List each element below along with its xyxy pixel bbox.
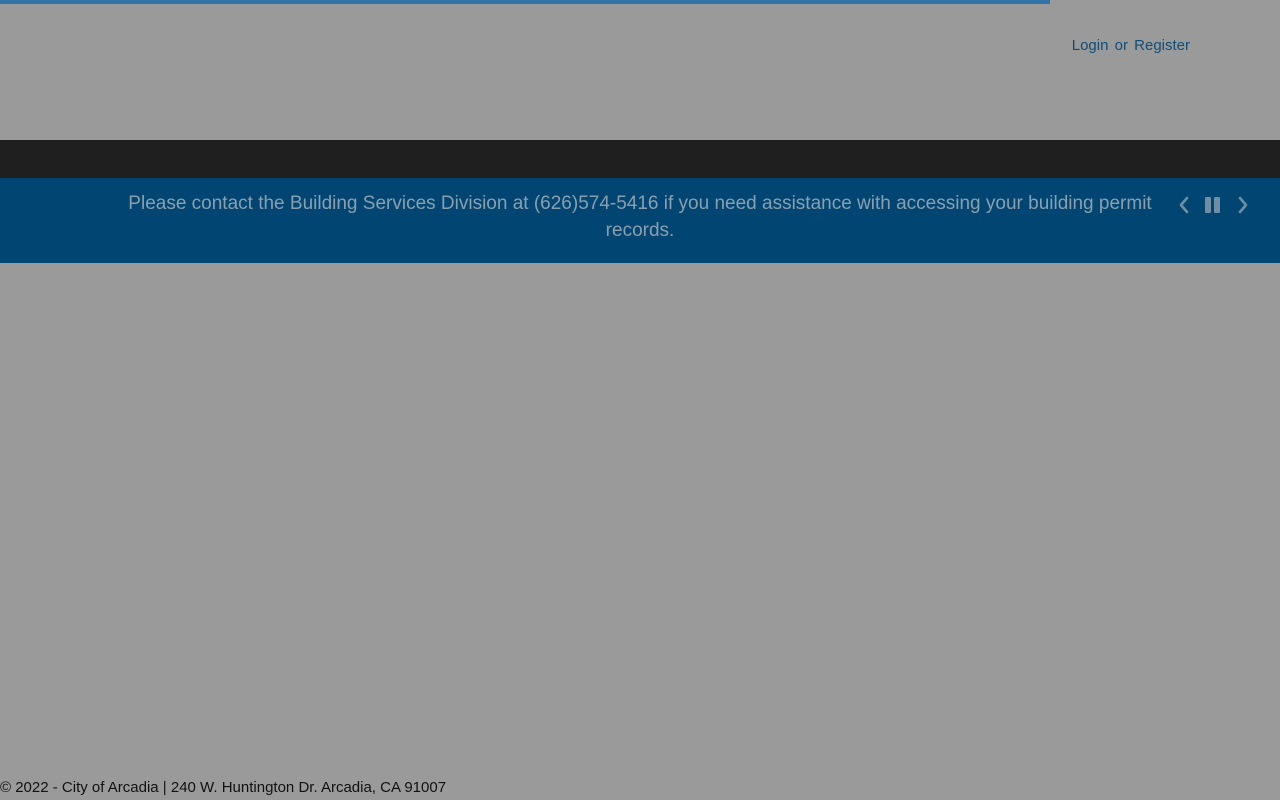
auth-links: Login or Register bbox=[1072, 37, 1190, 54]
loading-progress-bar bbox=[0, 0, 1050, 4]
page: Login or Register Please contact the Bui… bbox=[0, 0, 1280, 800]
announcement-banner: Please contact the Building Services Div… bbox=[0, 178, 1280, 263]
login-link[interactable]: Login bbox=[1072, 37, 1109, 54]
pause-icon bbox=[1204, 196, 1222, 214]
chevron-right-icon bbox=[1236, 195, 1250, 215]
footer-copyright: © 2022 - City of Arcadia | 240 W. Huntin… bbox=[0, 779, 447, 796]
chevron-left-icon bbox=[1177, 195, 1191, 215]
carousel-controls bbox=[1172, 194, 1255, 216]
pause-button[interactable] bbox=[1201, 194, 1225, 216]
announcement-text: Please contact the Building Services Div… bbox=[128, 193, 1152, 241]
register-link[interactable]: Register bbox=[1134, 37, 1190, 54]
auth-separator: or bbox=[1114, 37, 1128, 54]
main-nav-bar bbox=[0, 140, 1280, 178]
previous-button[interactable] bbox=[1172, 194, 1196, 216]
next-button[interactable] bbox=[1231, 194, 1255, 216]
